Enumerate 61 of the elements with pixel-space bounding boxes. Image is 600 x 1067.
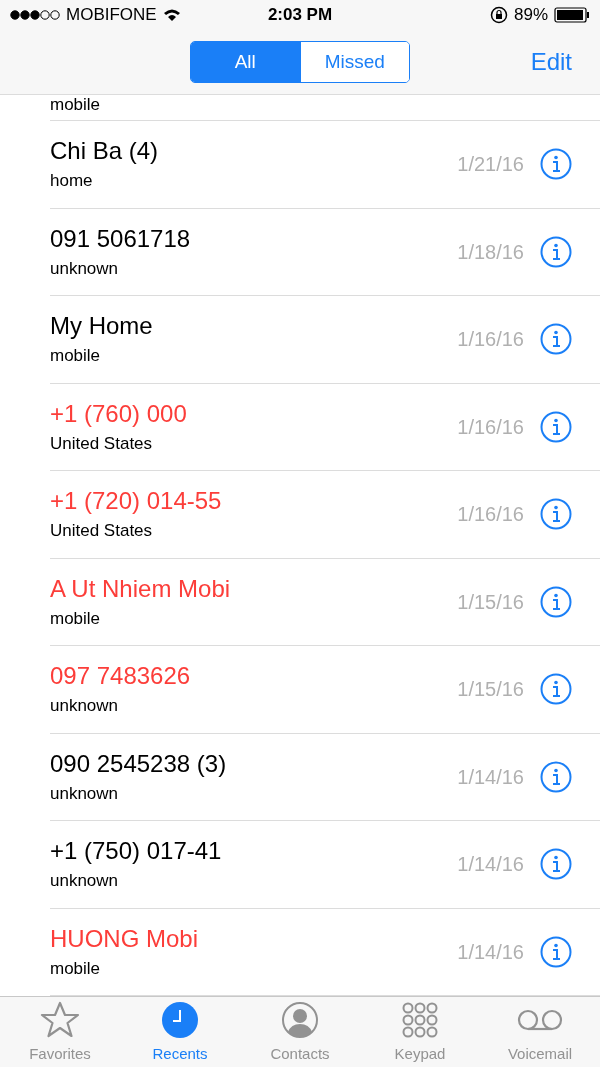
caller-name: 091 5061718	[50, 224, 192, 253]
caller-name: +1 (720) 014-55	[50, 487, 223, 516]
info-icon[interactable]	[540, 323, 572, 356]
tab-bar-item[interactable]: Voicemail	[480, 997, 600, 1067]
info-icon[interactable]	[540, 848, 572, 881]
status-time: 2:03 PM	[267, 4, 333, 27]
info-icon[interactable]	[540, 235, 572, 268]
info-icon[interactable]	[540, 410, 572, 443]
call-date: 1/14/16	[457, 939, 524, 965]
call-type: mobile	[50, 95, 101, 115]
call-type: unknown	[50, 871, 120, 892]
caller-name: +1 (760) 000	[50, 399, 188, 428]
info-icon[interactable]	[540, 585, 572, 618]
keypad-icon	[401, 1000, 439, 1039]
carrier-name: MOBIFONE	[66, 4, 157, 27]
rotation-lock-icon	[489, 6, 508, 24]
call-type: unknown	[50, 696, 120, 717]
voicemail-icon	[516, 1007, 564, 1032]
call-type: unknown	[50, 783, 120, 804]
call-type: United States	[50, 521, 154, 542]
battery-percent: 89%	[513, 4, 548, 27]
clock-icon	[161, 1000, 199, 1039]
call-date: 1/18/16	[457, 239, 524, 265]
call-type: home	[50, 171, 94, 192]
call-date: 1/15/16	[457, 589, 524, 615]
battery-icon	[554, 7, 590, 23]
caller-name: 097 7483626	[50, 662, 192, 691]
caller-name: A Ut Nhiem Mobi	[50, 574, 232, 603]
signal-icon	[10, 9, 60, 21]
star-icon	[40, 999, 80, 1040]
caller-name: 090 2545238 (3)	[50, 749, 228, 778]
tab-bar-item[interactable]: Recents	[120, 997, 240, 1067]
call-date: 1/16/16	[457, 502, 524, 528]
info-icon[interactable]	[540, 498, 572, 531]
wifi-icon	[162, 8, 181, 22]
info-icon[interactable]	[540, 148, 572, 181]
info-icon[interactable]	[540, 935, 572, 968]
call-type: mobile	[50, 608, 102, 629]
tab-bar-item[interactable]: Favorites	[0, 997, 120, 1067]
call-type: mobile	[50, 346, 102, 367]
segment-tab[interactable]: All	[191, 42, 300, 82]
tab-bar-item[interactable]: Contacts	[240, 997, 360, 1067]
segment-tab[interactable]: Missed	[299, 42, 409, 82]
caller-name: My Home	[50, 312, 154, 341]
edit-button[interactable]: Edit	[530, 44, 572, 80]
call-date: 1/21/16	[457, 152, 524, 178]
call-date: 1/16/16	[457, 327, 524, 353]
call-type: United States	[50, 433, 154, 454]
caller-name: +1 (750) 017-41	[50, 837, 223, 866]
call-date: 1/15/16	[457, 677, 524, 703]
call-date: 1/14/16	[457, 852, 524, 878]
tab-bar-item[interactable]: Keypad	[360, 997, 480, 1067]
caller-name: HUONG Mobi	[50, 924, 200, 953]
call-date: 1/16/16	[457, 414, 524, 440]
person-icon	[281, 1000, 319, 1039]
info-icon[interactable]	[540, 760, 572, 793]
call-date: 1/14/16	[457, 764, 524, 790]
call-type: unknown	[50, 258, 120, 279]
call-type: mobile	[50, 958, 102, 979]
info-icon[interactable]	[540, 673, 572, 706]
caller-name: Chi Ba (4)	[50, 137, 160, 166]
